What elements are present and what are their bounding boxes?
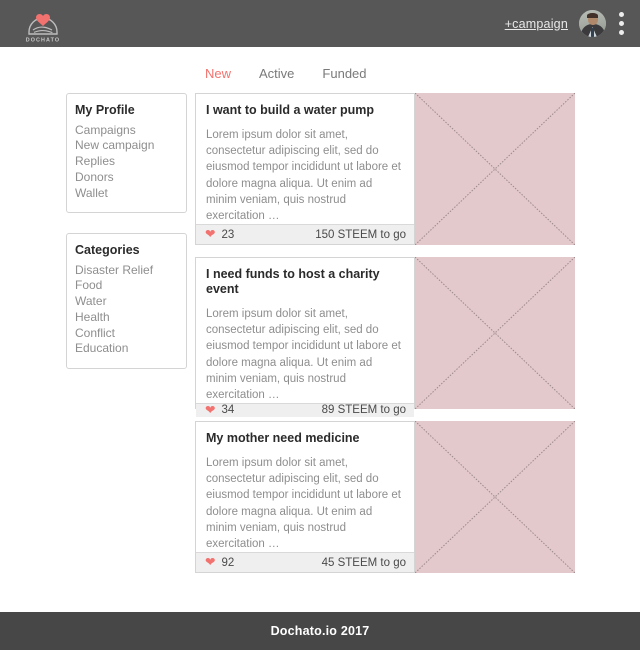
- campaign-card-footer: ❤ 92 45 STEEM to go: [196, 552, 414, 572]
- campaign-card-body: I need funds to host a charity event Lor…: [195, 257, 415, 417]
- sidebar-item-disaster-relief[interactable]: Disaster Relief: [75, 262, 186, 278]
- campaign-card-main: My mother need medicine Lorem ipsum dolo…: [196, 422, 414, 552]
- campaign-card[interactable]: I need funds to host a charity event Lor…: [195, 257, 575, 417]
- categories-panel: Categories Disaster Relief Food Water He…: [66, 232, 187, 369]
- campaign-image-placeholder[interactable]: [415, 257, 575, 409]
- campaign-description: Lorem ipsum dolor sit amet, consectetur …: [206, 457, 401, 551]
- campaign-image-placeholder[interactable]: [415, 421, 575, 573]
- my-profile-title: My Profile: [75, 103, 135, 117]
- sidebar: My Profile Campaigns New campaign Replie…: [66, 93, 187, 389]
- dochato-logo[interactable]: DOCHATO: [20, 4, 66, 44]
- sidebar-item-education[interactable]: Education: [75, 341, 186, 357]
- tab-new[interactable]: New: [205, 66, 231, 81]
- campaign-tabs: New Active Funded: [0, 47, 640, 81]
- steem-goal: 45 STEEM to go: [321, 556, 406, 569]
- svg-text:DOCHATO: DOCHATO: [26, 37, 60, 43]
- sidebar-item-health[interactable]: Health: [75, 309, 186, 325]
- image-placeholder-icon: [415, 421, 575, 573]
- sidebar-item-food[interactable]: Food: [75, 278, 186, 294]
- like-counter[interactable]: ❤ 92: [205, 556, 234, 569]
- page-content: My Profile Campaigns New campaign Replie…: [0, 81, 640, 585]
- like-counter[interactable]: ❤ 34: [205, 404, 234, 417]
- kebab-dot: [619, 30, 624, 35]
- campaign-title[interactable]: I want to build a water pump: [206, 103, 404, 118]
- campaign-list: I want to build a water pump Lorem ipsum…: [195, 93, 575, 585]
- app-header: DOCHATO +campaign: [0, 0, 640, 47]
- image-placeholder-icon: [415, 93, 575, 245]
- campaign-card-footer: ❤ 34 89 STEEM to go: [196, 403, 414, 417]
- sidebar-item-water[interactable]: Water: [75, 293, 186, 309]
- campaign-card-body: I want to build a water pump Lorem ipsum…: [195, 93, 415, 245]
- avatar-hair: [587, 13, 598, 18]
- heart-icon: ❤: [205, 403, 216, 418]
- app-footer: Dochato.io 2017: [0, 612, 640, 650]
- like-counter[interactable]: ❤ 23: [205, 228, 234, 241]
- header-actions: +campaign: [505, 10, 626, 37]
- campaign-card-main: I want to build a water pump Lorem ipsum…: [196, 94, 414, 224]
- like-count: 23: [221, 228, 235, 241]
- heart-hand-logo-icon: DOCHATO: [26, 13, 60, 43]
- campaign-title[interactable]: My mother need medicine: [206, 431, 404, 446]
- kebab-dot: [619, 12, 624, 17]
- steem-goal: 89 STEEM to go: [321, 404, 406, 417]
- user-avatar[interactable]: [579, 10, 606, 37]
- campaign-card[interactable]: I want to build a water pump Lorem ipsum…: [195, 93, 575, 245]
- image-placeholder-icon: [415, 257, 575, 409]
- avatar-tie: [591, 28, 594, 37]
- sidebar-item-replies[interactable]: Replies: [75, 154, 186, 170]
- my-profile-panel: My Profile Campaigns New campaign Replie…: [66, 93, 187, 213]
- categories-title: Categories: [75, 242, 140, 257]
- like-count: 92: [221, 556, 235, 569]
- new-campaign-link[interactable]: +campaign: [505, 17, 568, 31]
- tab-active[interactable]: Active: [259, 66, 294, 81]
- sidebar-item-wallet[interactable]: Wallet: [75, 185, 186, 201]
- campaign-card-footer: ❤ 23 150 STEEM to go: [196, 224, 414, 244]
- footer-copyright: Dochato.io 2017: [270, 624, 370, 638]
- campaign-card-main: I need funds to host a charity event Lor…: [196, 258, 414, 403]
- heart-icon: ❤: [205, 555, 216, 570]
- campaign-card[interactable]: My mother need medicine Lorem ipsum dolo…: [195, 421, 575, 573]
- like-count: 34: [221, 404, 235, 417]
- campaign-description: Lorem ipsum dolor sit amet, consectetur …: [206, 308, 401, 402]
- kebab-menu-icon[interactable]: [617, 10, 626, 37]
- heart-icon: ❤: [205, 227, 216, 242]
- sidebar-item-new-campaign[interactable]: New campaign: [75, 138, 186, 154]
- campaign-title[interactable]: I need funds to host a charity event: [206, 267, 404, 297]
- campaign-image-placeholder[interactable]: [415, 93, 575, 245]
- steem-goal: 150 STEEM to go: [315, 228, 406, 241]
- campaign-description: Lorem ipsum dolor sit amet, consectetur …: [206, 129, 401, 223]
- campaign-card-body: My mother need medicine Lorem ipsum dolo…: [195, 421, 415, 573]
- sidebar-item-donors[interactable]: Donors: [75, 169, 186, 185]
- sidebar-item-conflict[interactable]: Conflict: [75, 325, 186, 341]
- tab-funded[interactable]: Funded: [322, 66, 366, 81]
- kebab-dot: [619, 21, 624, 26]
- sidebar-item-campaigns[interactable]: Campaigns: [75, 122, 186, 138]
